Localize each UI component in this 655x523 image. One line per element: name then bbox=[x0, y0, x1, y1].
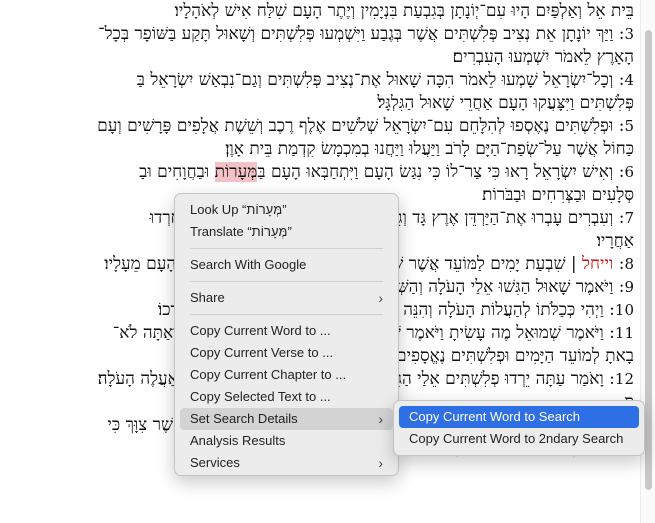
menu-item-label: Copy Current Word to ... bbox=[190, 323, 331, 338]
verse-continuation-line[interactable]: בֵּית אֵל וְאַלְפַּיִם הָיוּ עִם־יְוֹנָת… bbox=[0, 0, 634, 22]
verse-number: 9 bbox=[624, 278, 634, 296]
menu-item-copy-chapter[interactable]: Copy Current Chapter to ... bbox=[180, 364, 393, 386]
menu-item-label: Copy Current Chapter to ... bbox=[190, 367, 347, 382]
menu-item-set-search-details[interactable]: Set Search Details › bbox=[180, 408, 393, 430]
verse-text: וּבַחֲוָחִים וּבַ bbox=[139, 162, 215, 182]
verse-continuation-line[interactable]: כַּחוֹל אֲשֶׁר עַל־שְׂפַת־הַיָּם לָרֹב ו… bbox=[0, 138, 634, 160]
menu-item-label: Translate “מְּעָרוֹת” bbox=[190, 224, 292, 239]
verse-text: וְכָל־יִשְׂרָאֵל שָׁמְעוּ לֵאמֹר הִכָּה … bbox=[136, 70, 614, 90]
search-details-submenu: Copy Current Word to Search Copy Current … bbox=[393, 400, 645, 456]
verse-text: בֵּית אֵל וְאַלְפַּיִם הָיוּ עִם־יְוֹנָת… bbox=[174, 1, 634, 21]
menu-item-label: Analysis Results bbox=[190, 433, 286, 448]
menu-separator bbox=[190, 281, 383, 282]
verse-number: 5 bbox=[624, 117, 634, 135]
verse-text: וְאִישׁ יִשְׂרָאֵל רָאוּ כִּי צַר־לוֹ כִ… bbox=[257, 162, 614, 182]
verse-text: וּפְלִשְׁתִּים נֶאֶסְפוּ לְהִלָּחֵם עִם־… bbox=[97, 116, 614, 136]
menu-item-share[interactable]: Share › bbox=[180, 287, 393, 309]
menu-item-label: Copy Current Word to 2ndary Search bbox=[409, 431, 624, 446]
verse-line[interactable]: 3: וַיַּךְ יוֹנָתָן אֵת נְצִיב פְּלִשְׁת… bbox=[0, 23, 634, 45]
menu-item-label: Services bbox=[190, 455, 240, 470]
verse-text: כַּחוֹל אֲשֶׁר עַל־שְׂפַת־הַיָּם לָרֹב ו… bbox=[225, 139, 634, 159]
verse-number: 11 bbox=[614, 324, 634, 342]
menu-separator bbox=[190, 248, 383, 249]
verse-line[interactable]: 5: וּפְלִשְׁתִּים נֶאֶסְפוּ לְהִלָּחֵם ע… bbox=[0, 115, 634, 137]
verse-text: אַחֲרָיו׃ bbox=[596, 231, 634, 251]
menu-item-label: Look Up “מְּעָרוֹת” bbox=[190, 202, 287, 217]
context-menu: Look Up “מְּעָרוֹת” Translate “מְּעָרוֹת”… bbox=[174, 193, 399, 476]
verse-number: 7 bbox=[624, 209, 634, 227]
menu-item-copy-verse[interactable]: Copy Current Verse to ... bbox=[180, 342, 393, 364]
menu-item-search-google[interactable]: Search With Google bbox=[180, 254, 393, 276]
menu-separator bbox=[190, 314, 383, 315]
menu-item-look-up[interactable]: Look Up “מְּעָרוֹת” bbox=[180, 199, 393, 221]
verse-number: 6 bbox=[624, 163, 634, 181]
verse-text: פְּלִשְׁתִּים וַיִּצָּעֲקוּ הָעָם אַחֲרֵ… bbox=[377, 93, 634, 113]
kethiv-word: וייחל bbox=[582, 254, 614, 274]
verse-continuation-line[interactable]: הָאָרֶץ לֵאמֹר יִשְׁמְעוּ הָעִבְרִים׃ bbox=[0, 46, 634, 68]
scrollbar-thumb[interactable] bbox=[645, 30, 652, 490]
menu-item-label: Search With Google bbox=[190, 257, 307, 272]
menu-item-label: Copy Selected Text to ... bbox=[190, 389, 331, 404]
menu-item-label: Copy Current Verse to ... bbox=[190, 345, 334, 360]
verse-number: 4 bbox=[624, 71, 634, 89]
highlighted-word[interactable]: מְּעָרוֹת bbox=[214, 162, 258, 182]
menu-item-translate[interactable]: Translate “מְּעָרוֹת” bbox=[180, 221, 393, 243]
verse-text: וַיַּךְ יוֹנָתָן אֵת נְצִיב פְּלִשְׁתִּי… bbox=[98, 24, 614, 44]
verse-number: 8 bbox=[624, 255, 634, 273]
verse-continuation-line[interactable]: פְּלִשְׁתִּים וַיִּצָּעֲקוּ הָעָם אַחֲרֵ… bbox=[0, 92, 634, 114]
menu-item-label: Copy Current Word to Search bbox=[409, 409, 580, 424]
menu-item-copy-word[interactable]: Copy Current Word to ... bbox=[180, 320, 393, 342]
chevron-right-icon: › bbox=[378, 290, 383, 306]
menu-item-analysis-results[interactable]: Analysis Results bbox=[180, 430, 393, 452]
menu-item-label: Share bbox=[190, 290, 225, 305]
verse-number: 10 bbox=[614, 301, 634, 319]
verse-text: הָאָרֶץ לֵאמֹר יִשְׁמְעוּ הָעִבְרִים׃ bbox=[452, 47, 634, 67]
submenu-item-copy-word-search[interactable]: Copy Current Word to Search bbox=[399, 406, 639, 428]
menu-item-services[interactable]: Services › bbox=[180, 452, 393, 474]
chevron-right-icon: › bbox=[378, 455, 383, 471]
menu-item-label: Set Search Details bbox=[190, 411, 298, 426]
verse-number: 12 bbox=[614, 370, 634, 388]
menu-item-copy-selected[interactable]: Copy Selected Text to ... bbox=[180, 386, 393, 408]
verse-text: סְּלָעִים וּבַצְּרִחִים וּבַבֹּרוֹת׃ bbox=[482, 185, 634, 205]
verse-line[interactable]: 4: וְכָל־יִשְׂרָאֵל שָׁמְעוּ לֵאמֹר הִכָ… bbox=[0, 69, 634, 91]
verse-number: 3 bbox=[624, 25, 634, 43]
chevron-right-icon: › bbox=[378, 411, 383, 427]
submenu-item-copy-word-2ndary-search[interactable]: Copy Current Word to 2ndary Search bbox=[399, 428, 639, 450]
verse-line[interactable]: 6: וְאִישׁ יִשְׂרָאֵל רָאוּ כִּי צַר־לוֹ… bbox=[0, 161, 634, 183]
